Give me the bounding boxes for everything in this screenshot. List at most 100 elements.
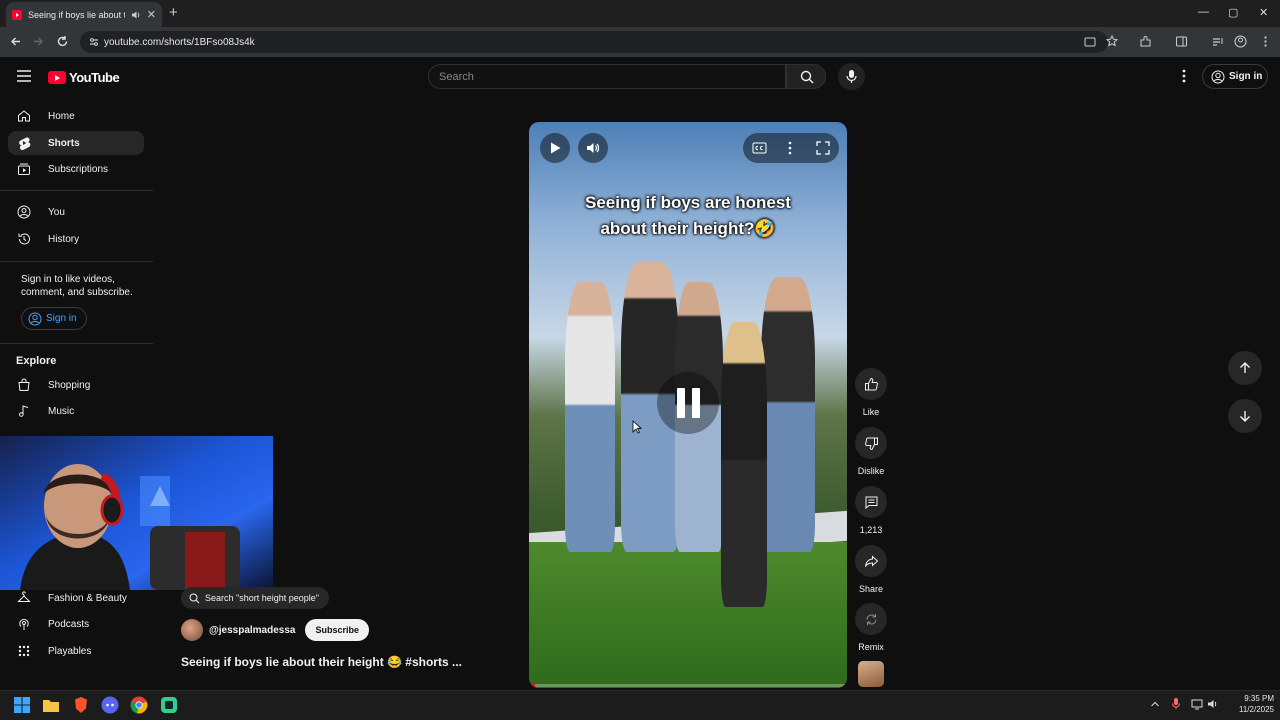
search-input[interactable]: Search (428, 64, 786, 89)
sidebar-item-music[interactable]: Music (8, 399, 144, 423)
volume-icon (587, 143, 600, 153)
cast-icon[interactable] (1084, 36, 1096, 48)
more-options-icon[interactable] (787, 141, 793, 155)
site-info-icon[interactable] (88, 36, 100, 48)
fashion-icon (17, 591, 31, 602)
forward-arrow-icon[interactable] (32, 35, 45, 48)
browser-tab[interactable]: Seeing if boys lie about the... ✕ (6, 2, 162, 27)
sidebar-divider (0, 261, 153, 262)
voice-search-button[interactable] (838, 63, 865, 90)
sidebar-item-shopping[interactable]: Shopping (8, 373, 144, 397)
system-clock[interactable]: 9:35 PM 11/2/2025 (1224, 693, 1274, 715)
caption-line: about their height?🤣 (600, 219, 776, 238)
bookmark-star-icon[interactable] (1106, 35, 1118, 47)
extensions-icon[interactable] (1139, 35, 1152, 48)
sidebar-item-podcasts[interactable]: Podcasts (8, 612, 144, 636)
file-explorer-icon[interactable] (42, 696, 60, 714)
share-action[interactable]: Share (855, 545, 887, 594)
remix-action[interactable]: Remix (855, 603, 887, 652)
podcasts-icon (19, 618, 29, 630)
next-short-button[interactable] (1228, 399, 1262, 433)
chrome-icon[interactable] (130, 696, 148, 714)
new-tab-button[interactable]: + (169, 4, 178, 21)
sidebar-item-label: History (48, 233, 80, 245)
like-action[interactable]: Like (855, 368, 887, 417)
channel-name[interactable]: @jesspalmadessa (209, 625, 295, 636)
sidebar-item-label: Podcasts (48, 618, 90, 630)
shorts-video-player[interactable]: Seeing if boys are honest about their he… (529, 122, 847, 688)
close-tab-button[interactable]: ✕ (147, 8, 156, 21)
windows-start-icon[interactable] (13, 696, 31, 714)
subscribe-button[interactable]: Subscribe (305, 619, 369, 641)
shopping-icon (18, 378, 30, 391)
sidebar-item-home[interactable]: Home (8, 104, 144, 128)
dislike-action[interactable]: Dislike (855, 427, 887, 476)
previous-short-button[interactable] (1228, 351, 1262, 385)
account-icon (28, 312, 42, 325)
remix-label: Remix (858, 642, 884, 652)
fullscreen-icon[interactable] (816, 141, 830, 155)
share-button[interactable] (855, 545, 887, 577)
chrome-menu-icon[interactable] (1259, 35, 1272, 48)
settings-kebab-icon[interactable] (1180, 68, 1188, 84)
volume-tray-icon[interactable] (1207, 698, 1219, 710)
video-person (721, 322, 767, 607)
like-button[interactable] (855, 368, 887, 400)
video-caption: Seeing if boys are honest about their he… (529, 190, 847, 242)
tray-microphone-icon[interactable] (1171, 697, 1181, 710)
address-bar[interactable]: youtube.com/shorts/1BFso08Js4k (80, 31, 1118, 53)
comments-button[interactable] (855, 486, 887, 518)
profile-icon[interactable] (1234, 35, 1247, 48)
mouse-cursor-icon (632, 420, 642, 434)
reload-icon[interactable] (56, 35, 69, 48)
hamburger-menu-icon[interactable] (16, 69, 32, 83)
search-button[interactable] (786, 64, 826, 89)
back-arrow-icon[interactable] (9, 35, 22, 48)
speaker-icon[interactable] (131, 10, 141, 20)
app-icon[interactable] (160, 696, 178, 714)
sound-thumbnail[interactable] (858, 661, 884, 687)
youtube-logo-icon (48, 71, 66, 84)
network-icon[interactable] (1191, 698, 1203, 710)
comments-action[interactable]: 1,213 (855, 486, 887, 535)
youtube-favicon-icon (12, 9, 22, 20)
captions-icon[interactable] (752, 141, 767, 155)
like-label: Like (862, 407, 880, 417)
maximize-button[interactable]: ▢ (1228, 6, 1238, 19)
minimize-button[interactable]: — (1198, 6, 1209, 18)
webcam-feed-image (0, 436, 273, 590)
sidebar-item-history[interactable]: History (8, 227, 144, 251)
channel-row: @jesspalmadessa Subscribe (181, 619, 369, 641)
video-progress-fill (529, 684, 536, 687)
tray-chevron-up-icon[interactable] (1150, 699, 1160, 709)
youtube-logo[interactable]: YouTube (48, 70, 120, 85)
video-scene-grass (529, 542, 847, 688)
side-panel-icon[interactable] (1175, 35, 1188, 48)
sign-in-button[interactable]: Sign in (1202, 64, 1268, 89)
dislike-button[interactable] (855, 427, 887, 459)
sidebar-item-shorts[interactable]: Shorts (8, 131, 144, 155)
remix-button[interactable] (855, 603, 887, 635)
video-person (565, 282, 615, 552)
window-close-button[interactable]: ✕ (1259, 6, 1268, 19)
video-progress-bar[interactable] (529, 684, 847, 687)
clock-time: 9:35 PM (1244, 694, 1274, 703)
related-search-chip[interactable]: Search "short height people" (181, 587, 329, 609)
play-button[interactable] (540, 133, 570, 163)
sidebar-sign-in-button[interactable]: Sign in (21, 307, 87, 330)
brave-browser-icon[interactable] (72, 696, 90, 714)
logo-text: YouTube (69, 70, 120, 85)
sidebar-item-subscriptions[interactable]: Subscriptions (8, 157, 144, 181)
pause-overlay-button[interactable] (657, 372, 719, 434)
address-toolbar: youtube.com/shorts/1BFso08Js4k (0, 27, 1280, 57)
sidebar-item-you[interactable]: You (8, 200, 144, 224)
caption-line: Seeing if boys are honest (585, 193, 791, 212)
volume-button[interactable] (578, 133, 608, 163)
video-title[interactable]: Seeing if boys lie about their height 😂 … (181, 655, 462, 669)
sidebar-item-playables[interactable]: Playables (8, 639, 144, 663)
channel-avatar[interactable] (181, 619, 203, 641)
thumbs-down-icon (864, 437, 878, 450)
discord-icon[interactable] (101, 696, 119, 714)
sidebar-item-label: Fashion & Beauty (48, 592, 127, 604)
media-controls-icon[interactable] (1211, 35, 1224, 48)
